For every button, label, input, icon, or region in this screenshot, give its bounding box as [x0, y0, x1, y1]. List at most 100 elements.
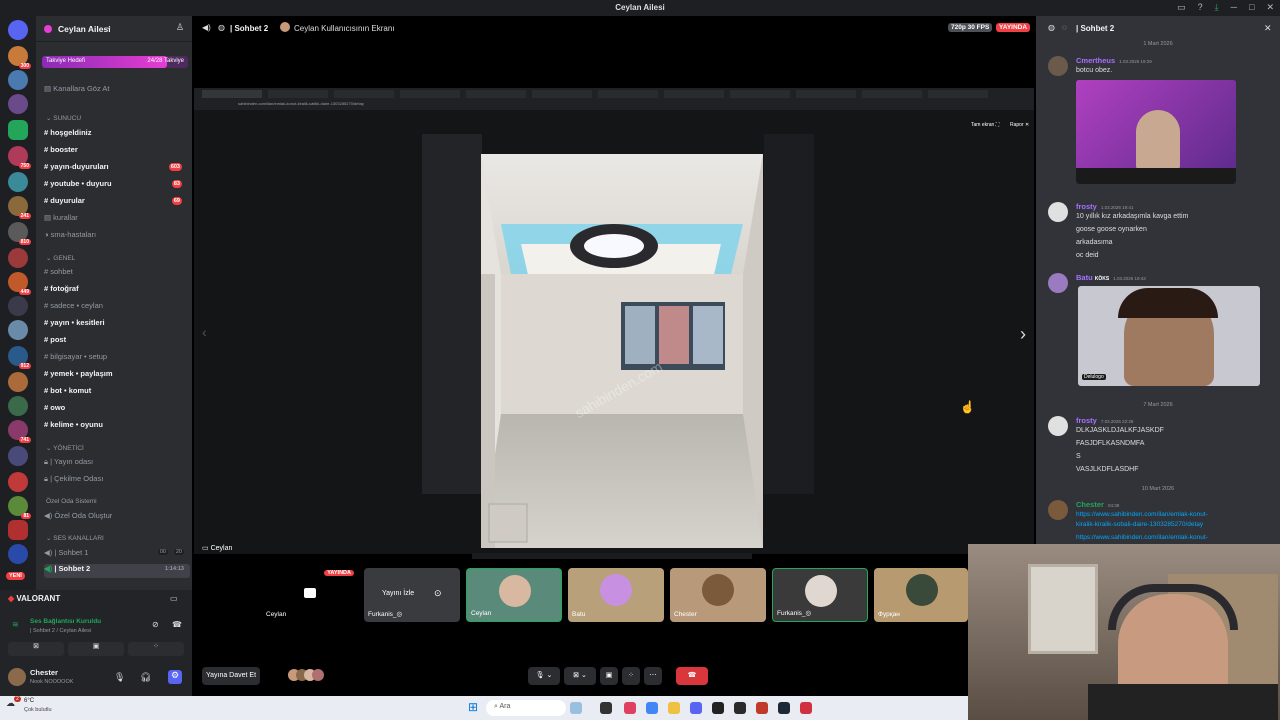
discord-home-icon[interactable] [8, 20, 28, 40]
voice-status-sub[interactable]: | Sohbet 2 / Ceylan Ailesi [30, 628, 91, 634]
add-friend-icon[interactable]: ♙ [176, 22, 184, 33]
taskbar-app-icon[interactable] [800, 702, 812, 714]
server-icon-20[interactable] [8, 520, 28, 540]
server-icon-13[interactable]: 912 [8, 346, 31, 369]
category-ses-kanallari[interactable]: ⌄ SES KANALLARI [46, 534, 104, 542]
category-genel[interactable]: ⌄ GENEL [46, 254, 75, 262]
server-icon-2[interactable] [8, 70, 28, 90]
server-icon-1[interactable]: 300 [8, 46, 31, 69]
inbox-icon[interactable]: ▭ [1177, 2, 1186, 13]
next-photo-icon[interactable]: › [1020, 324, 1026, 345]
server-icon-15[interactable] [8, 396, 28, 416]
close-window-button[interactable]: ✕ [1266, 2, 1274, 13]
download-icon[interactable]: ⤓ [1215, 2, 1219, 13]
channel-sohbet[interactable]: # sohbet [44, 267, 190, 281]
message-image[interactable]: Delulogo [1078, 286, 1260, 386]
activities-icon[interactable]: ⁘ [622, 667, 640, 685]
microphone-icon[interactable]: 🎙︎ [114, 672, 125, 683]
screen-share-viewer[interactable]: sahibinden.com/ilan/emlak-konut-kiralik-… [194, 88, 1034, 575]
category-sunucu[interactable]: ⌄ SUNUCU [46, 114, 81, 122]
channel-post[interactable]: # post [44, 335, 190, 349]
fullscreen-button[interactable]: Tam ekran ⛶ [971, 122, 999, 128]
camera-toggle-button[interactable]: ⊠ ⌄ [564, 667, 596, 685]
windows-start-icon[interactable]: ⊞ [468, 700, 478, 714]
server-icon-4[interactable] [8, 120, 28, 140]
settings-gear-icon[interactable]: ⚙ [168, 670, 182, 684]
channel-owo[interactable]: # owo [44, 403, 190, 417]
message-link[interactable]: https://www.sahibinden.com/ilan/emlak-ko… [1076, 511, 1208, 518]
taskbar-app-icon[interactable] [570, 702, 582, 714]
avatar[interactable] [1048, 202, 1068, 222]
message-author[interactable]: frosty 1.03.2026 19:41 [1076, 202, 1133, 211]
message-link[interactable]: kiralik-kiralik-sobali-daire-1303285270/… [1076, 521, 1203, 528]
channel-yayin-odasi[interactable]: 🔒︎ | Yayın odası [44, 457, 190, 471]
channel-kelime-oyunu[interactable]: # kelime • oyunu [44, 420, 190, 434]
file-explorer-icon[interactable] [668, 702, 680, 714]
avatar[interactable] [1048, 56, 1068, 76]
steam-icon[interactable] [778, 702, 790, 714]
close-icon[interactable]: ✕ [1264, 23, 1272, 34]
server-icon-19[interactable]: 81 [8, 496, 31, 519]
message-author[interactable]: Cmertheus 1.03.2026 19:29 [1076, 56, 1152, 65]
taskbar-app-icon[interactable] [756, 702, 768, 714]
server-header[interactable]: Ceylan Ailesi ⌄ ♙ [36, 16, 192, 42]
server-icon-17[interactable] [8, 446, 28, 466]
activity-options-icon[interactable]: ▭ [170, 594, 178, 603]
channel-yayin-duyurulari[interactable]: # yayın-duyuruları 603 [44, 162, 190, 176]
avatar[interactable] [8, 668, 26, 686]
activities-button[interactable]: ⁘ [128, 642, 184, 656]
channel-sadece-ceylan[interactable]: # sadece • ceylan [44, 301, 190, 315]
viewer-avatars[interactable] [288, 669, 324, 683]
noise-suppression-icon[interactable]: ⊘ [152, 620, 159, 629]
participant-tile-batu[interactable]: Batu [568, 568, 664, 622]
category-yonetici[interactable]: ⌄ YÖNETİCİ [46, 444, 84, 452]
channel-bilgisayar-setup[interactable]: # bilgisayar • setup [44, 352, 190, 366]
disconnect-call-button[interactable]: ☎ [676, 667, 708, 685]
participant-tile-ceylan[interactable]: Ceylan [466, 568, 562, 622]
message-author[interactable]: frosty 7.03.2026 22:28 [1076, 416, 1133, 425]
server-icon-9[interactable] [8, 248, 28, 268]
chrome-icon[interactable] [646, 702, 658, 714]
activity-game[interactable]: ◆ VALORANT [8, 594, 60, 603]
avatar[interactable] [1048, 273, 1068, 293]
channel-yemek-paylasim[interactable]: # yemek • paylaşım [44, 369, 190, 383]
create-private-room[interactable]: ◀) Özel Oda Oluştur [44, 511, 190, 525]
listing-photo[interactable]: sahibinden.com [481, 154, 763, 548]
new-server-badge[interactable]: YENİ [6, 572, 25, 580]
report-button[interactable]: Rapor ✕ [1010, 122, 1029, 128]
server-icon-3[interactable] [8, 94, 28, 114]
watch-stream-button[interactable]: Yayını İzle [382, 590, 414, 597]
message-author[interactable]: Batu KÖKS 1.03.2026 19:43 [1076, 273, 1146, 282]
channel-hosgeldiniz[interactable]: # hoşgeldiniz [44, 128, 190, 142]
avatar[interactable] [1048, 500, 1068, 520]
channel-cekilme-odasi[interactable]: 🔒︎ | Çekilme Odası [44, 474, 190, 488]
server-icon-14[interactable] [8, 372, 28, 392]
speaker-icon[interactable]: ◀) [202, 23, 211, 32]
server-icon-11[interactable] [8, 296, 28, 316]
more-options-icon[interactable]: ⋯ [644, 667, 662, 685]
voice-channel-sohbet-2[interactable]: ◀) | Sohbet 2 1:14:13 [44, 564, 190, 578]
message-link[interactable]: https://www.sahibinden.com/ilan/emlak-ko… [1076, 534, 1208, 541]
server-icon-7[interactable]: 241 [8, 196, 31, 219]
taskbar-app-icon[interactable] [624, 702, 636, 714]
message-author[interactable]: Chester 04:39 [1076, 500, 1119, 509]
channel-fotograf[interactable]: # fotoğraf [44, 284, 190, 298]
help-icon[interactable]: ? [1198, 2, 1203, 13]
server-icon-5[interactable]: 750 [8, 146, 31, 169]
message-image[interactable] [1076, 80, 1236, 184]
channel-yayin-kesitleri[interactable]: # yayın • kesitleri [44, 318, 190, 332]
disconnect-icon[interactable]: ☎ [172, 620, 182, 629]
taskbar-search[interactable]: ⌕ Ara [486, 700, 566, 716]
server-icon-21[interactable] [8, 544, 28, 564]
prev-photo-icon[interactable]: ‹ [202, 324, 207, 340]
invite-to-stream-button[interactable]: Yayına Davet Et [202, 667, 260, 685]
participant-tile-furkanis-stream[interactable]: Yayını İzle ⊙ Furkanis_◎ [364, 568, 460, 622]
server-icon-6[interactable] [8, 172, 28, 192]
channel-kurallar[interactable]: ▤ kurallar [44, 213, 190, 227]
discord-icon[interactable] [690, 702, 702, 714]
share-screen-button[interactable]: ▣ [68, 642, 124, 656]
channel-duyurular[interactable]: # duyurular 69 [44, 196, 190, 210]
minimize-button[interactable]: ─ [1231, 2, 1237, 13]
microphone-toggle-button[interactable]: 🎙︎ ⌄ [528, 667, 560, 685]
server-icon-18[interactable] [8, 472, 28, 492]
